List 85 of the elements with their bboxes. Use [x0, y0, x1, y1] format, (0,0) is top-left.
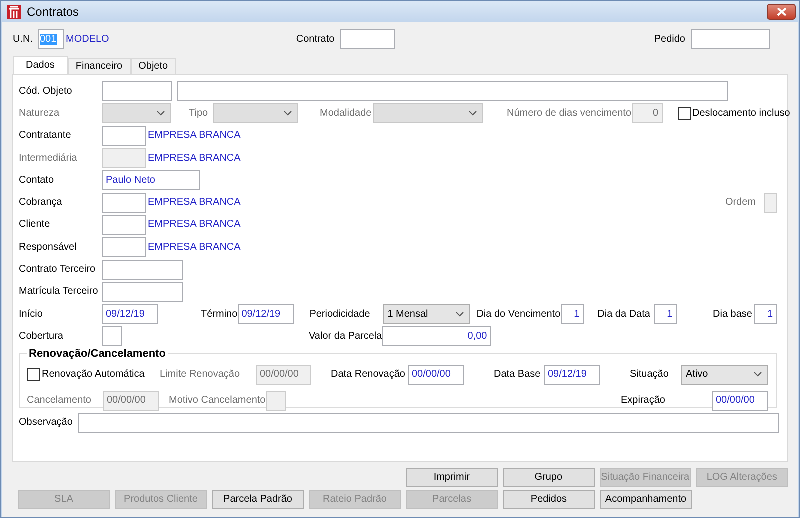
- checkbox[interactable]: [27, 368, 40, 382]
- close-icon: [776, 8, 786, 16]
- window-title: Contratos: [27, 4, 80, 18]
- input-field[interactable]: [102, 126, 146, 146]
- button[interactable]: Grupo: [502, 468, 594, 487]
- input-field[interactable]: 09/12/19: [238, 304, 294, 324]
- field-label: Pedido: [654, 34, 686, 44]
- checkbox[interactable]: [678, 106, 691, 120]
- field-label: Contrato: [296, 34, 335, 44]
- field-label: Cancelamento: [27, 395, 92, 406]
- chevron-down-icon: [157, 110, 165, 116]
- button[interactable]: Acompanhamento: [600, 490, 692, 509]
- input-field[interactable]: 1: [560, 304, 584, 324]
- company-name: EMPRESA BRANCA: [148, 197, 241, 208]
- field-label: Expiração: [621, 395, 666, 406]
- field-label: Limite Renovação: [160, 369, 240, 380]
- field-label: Término: [201, 308, 238, 320]
- company-name: EMPRESA BRANCA: [148, 130, 241, 142]
- input-field[interactable]: [177, 81, 728, 102]
- field-label: Periodicidade: [310, 308, 370, 320]
- field-label: Cobrança: [19, 197, 62, 208]
- button[interactable]: Imprimir: [406, 468, 498, 487]
- field-label: Cliente: [19, 219, 50, 230]
- field-label: Contrato Terceiro: [19, 264, 96, 276]
- unit-name: MODELO: [66, 34, 110, 44]
- input-field[interactable]: 1: [754, 304, 777, 324]
- field-label: Matrícula Terceiro: [19, 286, 98, 298]
- company-name: EMPRESA BRANCA: [148, 242, 241, 253]
- input-field[interactable]: [78, 412, 779, 433]
- field-label: U.N.: [13, 34, 33, 44]
- tab[interactable]: Dados: [13, 56, 68, 74]
- tab[interactable]: Financeiro: [68, 58, 131, 74]
- field-label: Dia da Data: [598, 308, 650, 320]
- input-field[interactable]: [102, 81, 172, 102]
- field-label: Número de dias vencimento: [507, 108, 632, 119]
- button[interactable]: Parcela Padrão: [212, 490, 304, 509]
- field-label: Responsável: [19, 242, 77, 253]
- field-label: Data Base: [494, 369, 541, 380]
- input-field[interactable]: [340, 29, 396, 49]
- input-field[interactable]: [102, 237, 146, 258]
- field-label: Contato: [19, 174, 54, 186]
- button[interactable]: Pedidos: [503, 490, 595, 509]
- field-label: Cód. Objeto: [19, 86, 72, 97]
- field-label: Cobertura: [19, 330, 64, 342]
- input-field[interactable]: 00/00/00: [712, 390, 768, 411]
- field-label: Intermediária: [19, 152, 78, 164]
- input-field[interactable]: 1: [654, 304, 677, 324]
- field-label: Observação: [19, 416, 73, 428]
- checkbox-label[interactable]: Renovação Automática: [42, 369, 145, 380]
- field-label: Valor da Parcela: [309, 330, 382, 342]
- field-label: Natureza: [19, 108, 60, 119]
- field-label: Motivo Cancelamento: [169, 395, 266, 406]
- checkbox-label[interactable]: Deslocamento incluso: [692, 108, 790, 119]
- company-name: EMPRESA BRANCA: [148, 219, 241, 230]
- input-field[interactable]: 09/12/19: [102, 304, 158, 324]
- field-label: Tipo: [189, 108, 208, 119]
- input-field[interactable]: Paulo Neto: [102, 170, 200, 190]
- field-label: Início: [19, 308, 43, 320]
- input-field[interactable]: 00/00/00: [408, 364, 464, 385]
- chevron-down-icon: [284, 110, 292, 116]
- dropdown[interactable]: 1 Mensal: [382, 304, 470, 324]
- input-field[interactable]: 09/12/19: [544, 364, 600, 385]
- field-label: Contratante: [19, 130, 72, 142]
- chevron-down-icon: [469, 110, 477, 116]
- group-title: Renovação/Cancelamento: [28, 348, 167, 360]
- field-label: Dia base: [713, 308, 752, 320]
- input-field[interactable]: [102, 192, 146, 213]
- chevron-down-icon: [754, 372, 762, 378]
- input-field[interactable]: [691, 29, 770, 49]
- app-icon: [7, 4, 21, 18]
- tab[interactable]: Objeto: [130, 58, 176, 74]
- field-label: Ordem: [725, 197, 756, 208]
- field-label: Situação: [630, 369, 669, 380]
- input-field[interactable]: [102, 282, 183, 302]
- input-field[interactable]: [102, 260, 183, 280]
- field-label: Dia do Vencimento: [476, 308, 561, 320]
- close-button[interactable]: [767, 4, 796, 20]
- field-label: Data Renovação: [331, 369, 406, 380]
- input-field[interactable]: [102, 214, 146, 235]
- field-label: Modalidade: [320, 108, 372, 119]
- input-field[interactable]: [102, 326, 122, 346]
- chevron-down-icon: [456, 312, 464, 317]
- input-field[interactable]: 0,00: [382, 326, 492, 346]
- dropdown[interactable]: Ativo: [681, 364, 768, 385]
- company-name: EMPRESA BRANCA: [148, 152, 241, 164]
